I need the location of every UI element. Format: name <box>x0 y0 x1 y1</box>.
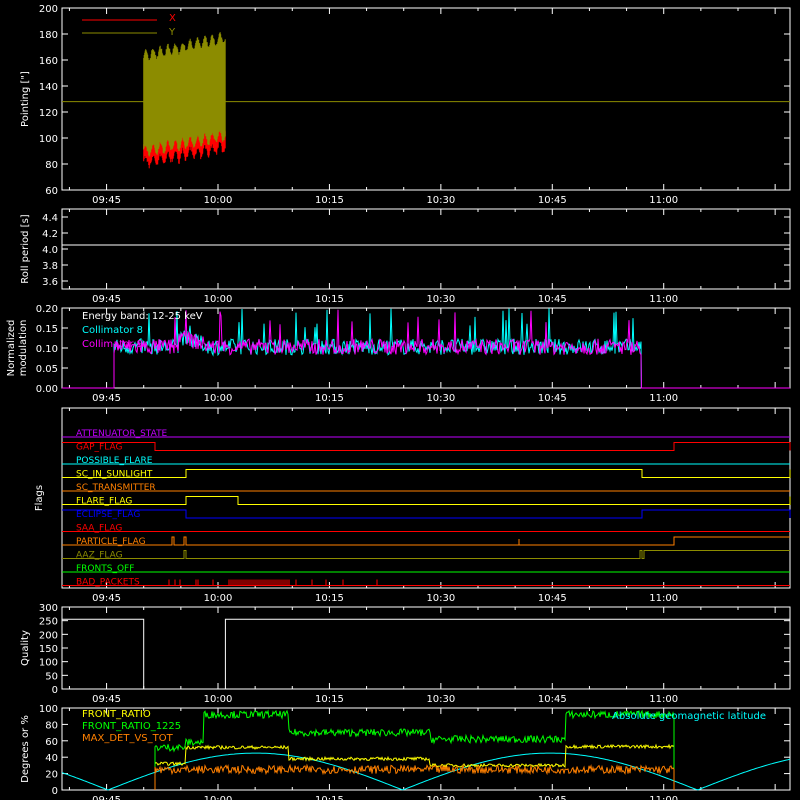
y-tick-label: 180 <box>39 30 58 41</box>
y-tick-label: 100 <box>39 704 58 715</box>
x-tick-label: 11:00 <box>649 294 678 305</box>
x-tick-label: 10:15 <box>315 195 344 206</box>
y-tick-label: 200 <box>39 4 58 15</box>
x-tick-label: 10:30 <box>426 694 455 705</box>
y-tick-label: 80 <box>45 160 58 171</box>
legend-label: FRONT_RATIO_1225 <box>82 721 181 732</box>
x-tick-label: 10:00 <box>204 593 233 604</box>
x-tick-label: 10:15 <box>315 694 344 705</box>
y-axis-label-line-1: Normalized <box>6 320 17 377</box>
y-tick-label: 60 <box>45 186 58 197</box>
y-tick-label: 200 <box>39 630 58 641</box>
x-tick-label: 10:00 <box>204 795 233 800</box>
flag-label: ECLIPSE_FLAG <box>76 510 140 520</box>
legend-collimator-8: Collimator 8 <box>82 325 143 336</box>
flag-label: SC_IN_SUNLIGHT <box>76 470 153 480</box>
y-tick-label: 40 <box>45 753 58 764</box>
flag-label: GAP_FLAG <box>76 443 122 453</box>
y-tick-label: 80 <box>45 720 58 731</box>
x-tick-label: 10:45 <box>538 593 567 604</box>
y-axis-label: Flags <box>34 485 45 511</box>
y-tick-label: 50 <box>45 671 58 682</box>
x-tick-label: 09:45 <box>92 294 121 305</box>
legend-label: FRONT_RATIO <box>82 709 151 720</box>
y-tick-label: 160 <box>39 56 58 67</box>
y-tick-label: 3.8 <box>42 261 58 272</box>
y-tick-label: 120 <box>39 108 58 119</box>
y-tick-label: 0.20 <box>36 304 58 315</box>
y-axis-label-line-2: modulation <box>18 320 29 377</box>
y-axis-label: Degrees or % <box>20 715 31 783</box>
y-tick-label: 0.00 <box>36 384 58 395</box>
y-tick-label: 140 <box>39 82 58 93</box>
x-tick-label: 11:00 <box>649 393 678 404</box>
flag-label: SC_TRANSMITTER <box>76 483 156 493</box>
flag-label: AAZ_FLAG <box>76 551 123 561</box>
flag-label: POSSIBLE_FLARE <box>76 456 153 466</box>
x-tick-label: 11:00 <box>649 795 678 800</box>
x-tick-label: 09:45 <box>92 195 121 206</box>
flag-label: SAA_FLAG <box>76 524 122 534</box>
flag-label: FLARE_FLAG <box>76 497 132 507</box>
y-tick-label: 300 <box>39 603 58 614</box>
x-tick-label: 11:00 <box>649 593 678 604</box>
x-tick-label: 11:00 <box>649 195 678 206</box>
legend-x-label: X <box>169 13 176 24</box>
y-axis-label: Quality <box>20 630 31 666</box>
y-tick-label: 20 <box>45 770 58 781</box>
y-tick-label: 100 <box>39 134 58 145</box>
y-tick-label: 4.4 <box>42 213 58 224</box>
flag-label: ATTENUATOR_STATE <box>76 429 168 439</box>
x-tick-label: 10:00 <box>204 294 233 305</box>
x-tick-label: 10:30 <box>426 593 455 604</box>
x-tick-label: 10:45 <box>538 694 567 705</box>
y-tick-label: 250 <box>39 617 58 628</box>
x-tick-label: 10:00 <box>204 393 233 404</box>
y-tick-label: 4.2 <box>42 229 58 240</box>
flag-label: BAD_PACKETS <box>76 578 140 588</box>
x-tick-label: 10:30 <box>426 195 455 206</box>
x-tick-label: 11:00 <box>649 694 678 705</box>
x-tick-label: 10:00 <box>204 694 233 705</box>
x-tick-label: 10:15 <box>315 795 344 800</box>
x-tick-label: 10:15 <box>315 393 344 404</box>
legend-y-label: Y <box>168 27 176 38</box>
x-tick-label: 09:45 <box>92 795 121 800</box>
x-tick-label: 10:30 <box>426 294 455 305</box>
legend-collimator-9: Collimator 9 <box>82 339 143 350</box>
x-tick-label: 10:15 <box>315 294 344 305</box>
x-tick-label: 10:30 <box>426 795 455 800</box>
legend-label: MAX_DET_VS_TOT <box>82 733 174 744</box>
y-axis-label: Roll period [s] <box>20 214 31 283</box>
x-tick-label: 10:45 <box>538 393 567 404</box>
x-tick-label: 09:45 <box>92 393 121 404</box>
y-tick-label: 0.15 <box>36 324 58 335</box>
y-tick-label: 0.05 <box>36 364 58 375</box>
x-tick-label: 10:00 <box>204 195 233 206</box>
y-tick-label: 150 <box>39 644 58 655</box>
flag-label: PARTICLE_FLAG <box>76 537 146 547</box>
x-tick-label: 10:30 <box>426 393 455 404</box>
chart-figure: 09:45 10:00 10:15 10:30 10:45 11:00 09:45 10:00… <box>0 0 800 800</box>
x-tick-label: 09:45 <box>92 593 121 604</box>
y-tick-label: 3.6 <box>42 277 58 288</box>
x-tick-label: 10:45 <box>538 294 567 305</box>
y-tick-label: 100 <box>39 658 58 669</box>
energy-band-annotation: Energy band: 12-25 keV <box>82 311 203 322</box>
y-tick-label: 0 <box>52 685 58 696</box>
x-tick-label: 10:45 <box>538 195 567 206</box>
y-tick-label: 60 <box>45 737 58 748</box>
x-tick-label: 09:45 <box>92 694 121 705</box>
flag-label: FRONTS_OFF <box>76 564 134 574</box>
y-tick-label: 4.0 <box>42 245 58 256</box>
x-tick-label: 10:45 <box>538 795 567 800</box>
y-axis-label: Pointing ["] <box>20 71 31 127</box>
y-tick-label: 0 <box>52 786 58 797</box>
y-tick-label: 0.10 <box>36 344 58 355</box>
x-tick-label: 10:15 <box>315 593 344 604</box>
legend-geomagnetic-latitude: Absolute geomagnetic latitude <box>612 711 766 722</box>
